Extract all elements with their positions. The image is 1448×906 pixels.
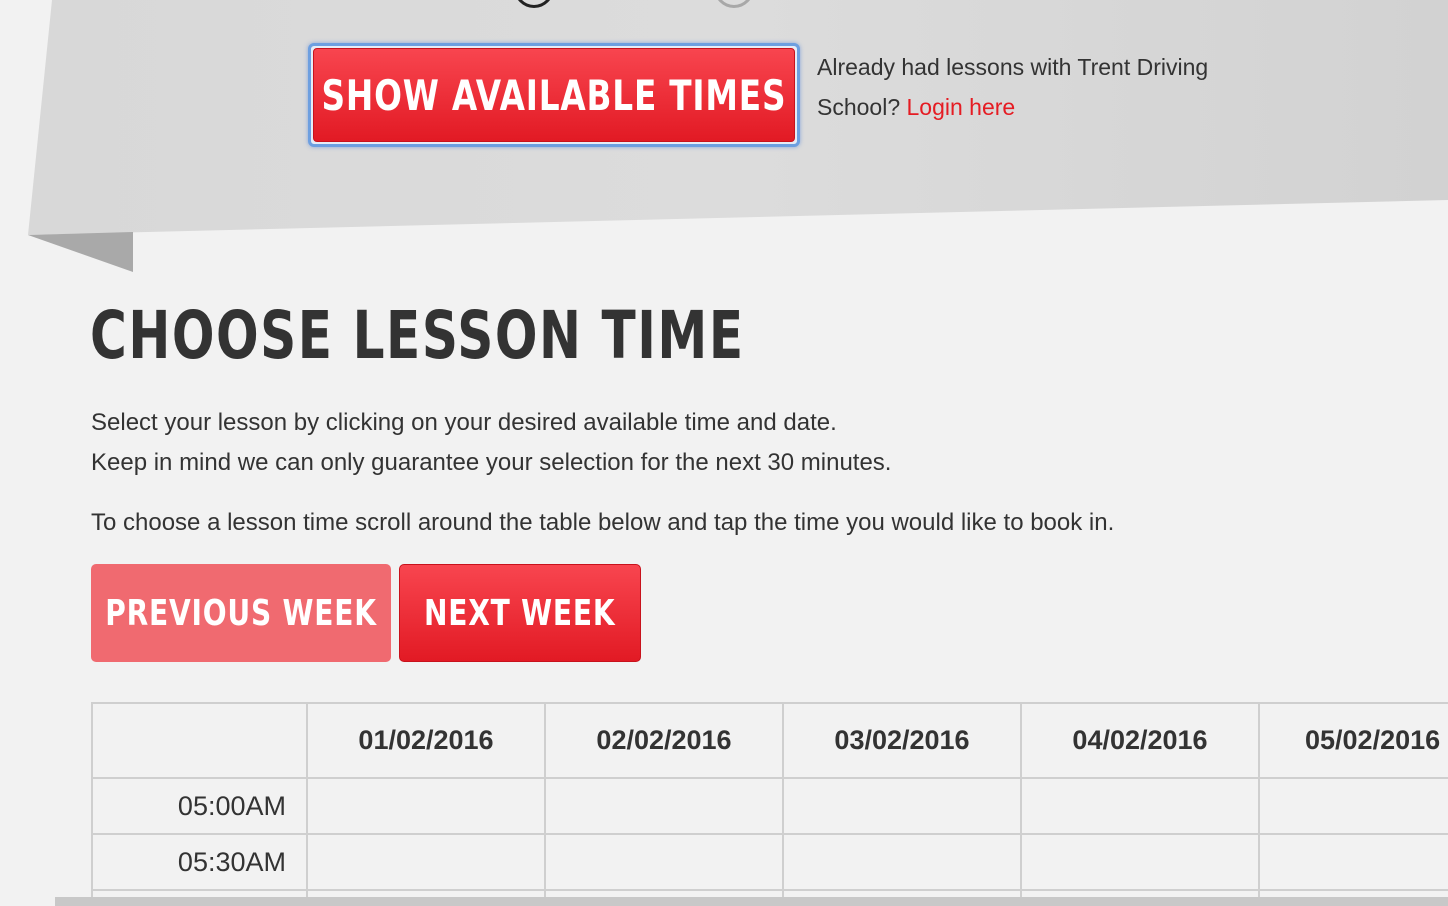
- date-column-header: 04/02/2016: [1020, 702, 1260, 779]
- time-slot-cell[interactable]: [1020, 833, 1260, 891]
- time-row-label: 05:00AM: [91, 777, 308, 835]
- next-week-button[interactable]: NEXT WEEK: [399, 564, 641, 662]
- next-week-label: NEXT WEEK: [424, 592, 616, 634]
- show-available-times-label: SHOW AVAILABLE TIMES: [321, 70, 787, 120]
- booking-page: SHOW AVAILABLE TIMES Already had lessons…: [0, 0, 1448, 906]
- date-column-header: 05/02/2016: [1258, 702, 1448, 779]
- previous-week-button[interactable]: PREVIOUS WEEK: [91, 564, 391, 662]
- show-available-times-button[interactable]: SHOW AVAILABLE TIMES: [308, 43, 800, 147]
- sticky-footer-bar: [55, 897, 1448, 906]
- page-title: CHOOSE LESSON TIME: [90, 297, 745, 374]
- time-row-label: 05:30AM: [91, 833, 308, 891]
- table-row: 05:30AM: [91, 833, 1448, 891]
- previous-week-label: PREVIOUS WEEK: [105, 592, 377, 634]
- instruction-line-2: Keep in mind we can only guarantee your …: [91, 449, 892, 476]
- time-slot-cell[interactable]: [544, 777, 784, 835]
- date-column-header: 03/02/2016: [782, 702, 1022, 779]
- lesson-schedule-table: 01/02/2016 02/02/2016 03/02/2016 04/02/2…: [91, 702, 1448, 906]
- instruction-line-1: Select your lesson by clicking on your d…: [91, 409, 837, 436]
- login-link[interactable]: Login here: [907, 94, 1016, 120]
- time-slot-cell[interactable]: [1258, 777, 1448, 835]
- time-slot-cell[interactable]: [1020, 777, 1260, 835]
- time-slot-cell[interactable]: [1258, 833, 1448, 891]
- table-row: 05:00AM: [91, 777, 1448, 835]
- time-slot-cell[interactable]: [782, 833, 1022, 891]
- time-slot-cell[interactable]: [306, 833, 546, 891]
- table-header-corner: [91, 702, 308, 779]
- table-header-row: 01/02/2016 02/02/2016 03/02/2016 04/02/2…: [91, 702, 1448, 779]
- show-available-times-face: SHOW AVAILABLE TIMES: [313, 48, 795, 142]
- time-slot-cell[interactable]: [544, 833, 784, 891]
- instruction-line-3: To choose a lesson time scroll around th…: [91, 509, 1115, 536]
- login-prompt: Already had lessons with Trent Driving S…: [817, 47, 1257, 127]
- time-slot-cell[interactable]: [782, 777, 1022, 835]
- date-column-header: 02/02/2016: [544, 702, 784, 779]
- date-column-header: 01/02/2016: [306, 702, 546, 779]
- time-slot-cell[interactable]: [306, 777, 546, 835]
